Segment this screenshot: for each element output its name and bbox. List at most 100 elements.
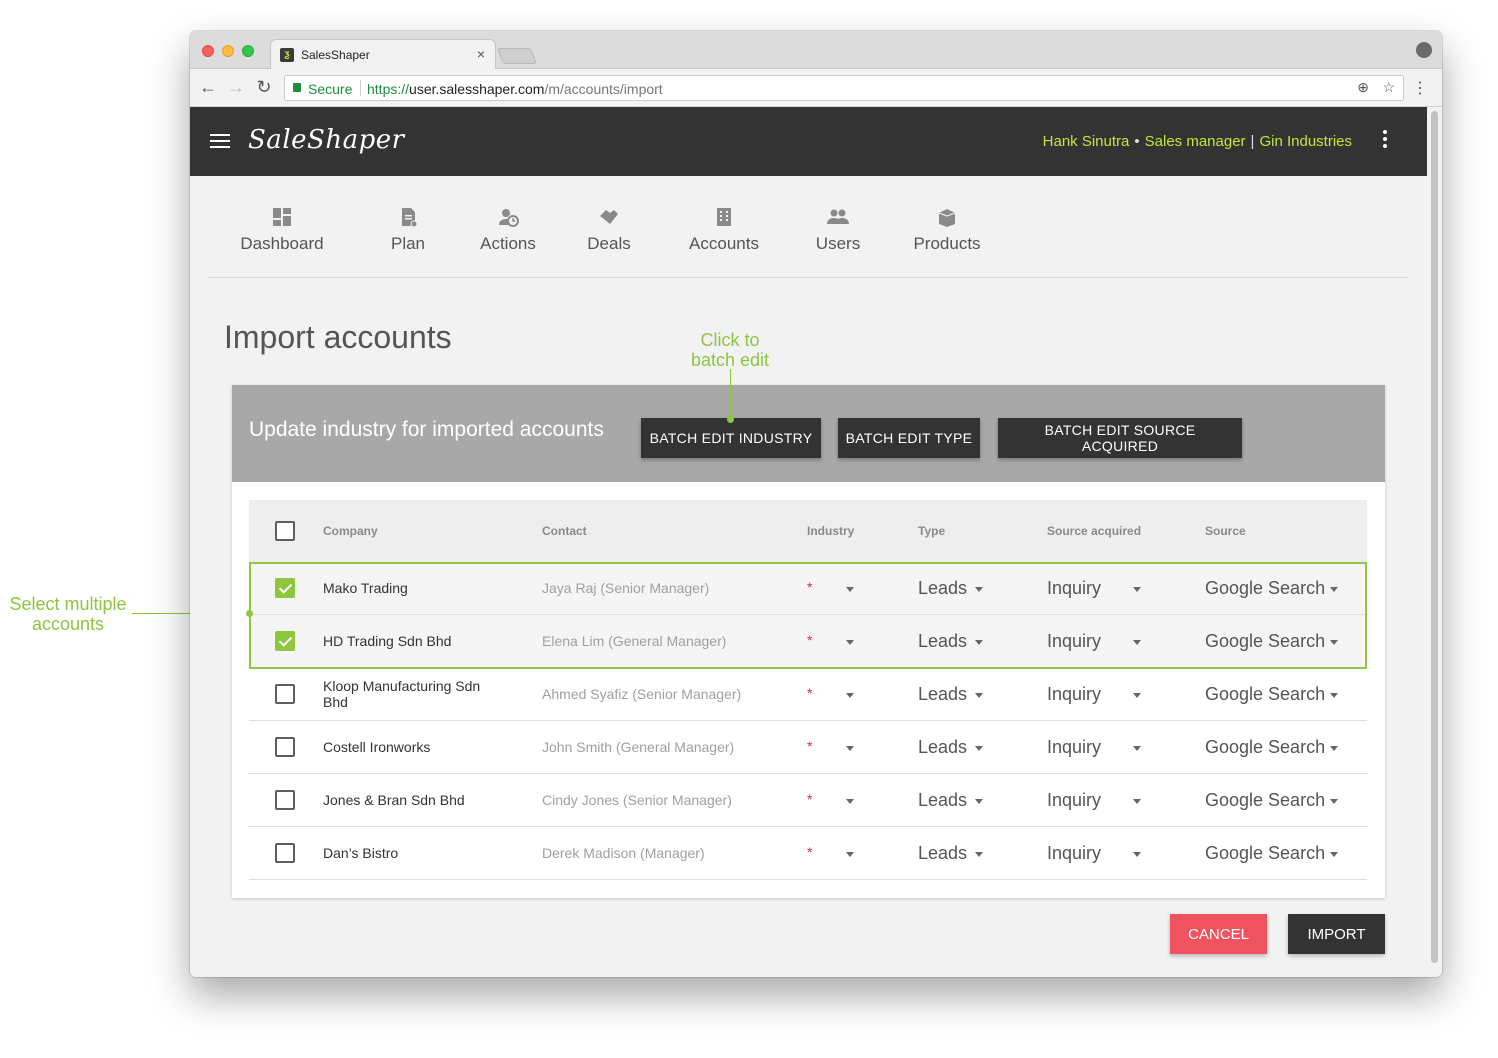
logo[interactable]: SaleShaper <box>248 125 405 155</box>
industry-dropdown-caret-icon[interactable] <box>846 640 854 645</box>
source-acquired-dropdown[interactable]: Inquiry <box>1047 684 1101 705</box>
source-dropdown[interactable]: Google Search <box>1205 684 1325 705</box>
industry-dropdown-caret-icon[interactable] <box>846 799 854 804</box>
hamburger-icon[interactable] <box>210 134 230 148</box>
close-window-button[interactable] <box>202 45 214 57</box>
type-dropdown-caret-icon[interactable] <box>975 799 983 804</box>
source-dropdown[interactable]: Google Search <box>1205 578 1325 599</box>
table-row[interactable]: Mako Trading Jaya Raj (Senior Manager) * Le… <box>249 562 1367 615</box>
new-tab-button[interactable] <box>497 48 537 64</box>
column-header-contact[interactable]: Contact <box>542 524 587 538</box>
column-header-industry[interactable]: Industry <box>807 524 854 538</box>
source-dropdown[interactable]: Google Search <box>1205 843 1325 864</box>
tab-close-icon[interactable]: × <box>477 46 485 62</box>
source-dropdown[interactable]: Google Search <box>1205 631 1325 652</box>
type-dropdown-caret-icon[interactable] <box>975 587 983 592</box>
import-button[interactable]: IMPORT <box>1288 914 1385 954</box>
column-header-company[interactable]: Company <box>323 524 378 538</box>
zoom-icon[interactable]: ⊕ <box>1357 79 1369 96</box>
source-caret-icon[interactable] <box>1330 587 1338 592</box>
annotation-text: accounts <box>31 614 105 634</box>
industry-dropdown-caret-icon[interactable] <box>846 852 854 857</box>
column-header-source[interactable]: Source <box>1205 524 1246 538</box>
type-dropdown-caret-icon[interactable] <box>975 693 983 698</box>
annotation-text: batch edit <box>690 350 770 370</box>
type-dropdown[interactable]: Leads <box>918 684 967 705</box>
minimize-window-button[interactable] <box>222 45 234 57</box>
nav-item-plan[interactable]: Plan <box>378 206 438 254</box>
type-dropdown-caret-icon[interactable] <box>975 746 983 751</box>
row-checkbox[interactable] <box>275 737 295 757</box>
address-bar[interactable]: Secure https://user.salesshaper.com/m/ac… <box>284 75 1404 101</box>
source-caret-icon[interactable] <box>1330 852 1338 857</box>
source-acquired-dropdown[interactable]: Inquiry <box>1047 790 1101 811</box>
industry-dropdown-caret-icon[interactable] <box>846 746 854 751</box>
annotation-text: Select multiple <box>9 594 127 614</box>
source-acquired-dropdown[interactable]: Inquiry <box>1047 578 1101 599</box>
star-icon[interactable]: ☆ <box>1382 79 1395 96</box>
batch-edit-source-acquired-button[interactable]: BATCH EDIT SOURCE ACQUIRED <box>998 418 1242 458</box>
nav-item-users[interactable]: Users <box>802 206 874 254</box>
type-dropdown[interactable]: Leads <box>918 737 967 758</box>
batch-edit-type-button[interactable]: BATCH EDIT TYPE <box>838 418 980 458</box>
forward-icon[interactable]: → <box>226 77 246 98</box>
profile-icon[interactable] <box>1416 42 1432 58</box>
type-dropdown[interactable]: Leads <box>918 790 967 811</box>
nav-item-dashboard[interactable]: Dashboard <box>237 206 327 254</box>
table-row[interactable]: Kloop Manufacturing Sdn Bhd Ahmed Syafiz … <box>249 668 1367 721</box>
source-acquired-caret-icon[interactable] <box>1133 799 1141 804</box>
source-caret-icon[interactable] <box>1330 746 1338 751</box>
select-all-checkbox[interactable] <box>275 521 295 541</box>
url-path: /m/accounts/import <box>544 81 663 97</box>
scrollbar[interactable] <box>1431 111 1438 963</box>
user-info[interactable]: Hank Sinutra • Sales manager | Gin Industrie… <box>1043 133 1352 150</box>
dashboard-icon <box>273 208 291 226</box>
source-acquired-caret-icon[interactable] <box>1133 640 1141 645</box>
source-acquired-dropdown[interactable]: Inquiry <box>1047 843 1101 864</box>
table-row[interactable]: HD Trading Sdn Bhd Elena Lim (General Man… <box>249 615 1367 668</box>
industry-dropdown-caret-icon[interactable] <box>846 693 854 698</box>
nav-item-actions[interactable]: Actions <box>473 206 543 254</box>
table-row[interactable]: Dan’s Bistro Derek Madison (Manager) * Lead… <box>249 827 1367 880</box>
reload-icon[interactable]: ↻ <box>254 77 274 98</box>
column-header-type[interactable]: Type <box>918 524 945 538</box>
browser-tab[interactable]: ƺ SalesShaper × <box>270 39 496 70</box>
user-company: Gin Industries <box>1259 133 1352 150</box>
row-checkbox[interactable] <box>275 684 295 704</box>
row-checkbox[interactable] <box>275 631 295 651</box>
industry-dropdown-caret-icon[interactable] <box>846 587 854 592</box>
source-dropdown[interactable]: Google Search <box>1205 790 1325 811</box>
source-acquired-dropdown[interactable]: Inquiry <box>1047 737 1101 758</box>
type-dropdown[interactable]: Leads <box>918 578 967 599</box>
table-row[interactable]: Costell Ironworks John Smith (General Man… <box>249 721 1367 774</box>
source-acquired-caret-icon[interactable] <box>1133 746 1141 751</box>
row-checkbox[interactable] <box>275 843 295 863</box>
nav-item-products[interactable]: Products <box>902 206 992 254</box>
nav-item-accounts[interactable]: Accounts <box>674 206 774 254</box>
deals-icon <box>600 210 618 224</box>
source-acquired-caret-icon[interactable] <box>1133 693 1141 698</box>
row-checkbox[interactable] <box>275 578 295 598</box>
back-icon[interactable]: ← <box>198 77 218 98</box>
cancel-button[interactable]: CANCEL <box>1170 914 1267 954</box>
maximize-window-button[interactable] <box>242 45 254 57</box>
type-dropdown-caret-icon[interactable] <box>975 852 983 857</box>
column-header-source-acquired[interactable]: Source acquired <box>1047 524 1141 538</box>
source-acquired-caret-icon[interactable] <box>1133 852 1141 857</box>
more-options-icon[interactable] <box>1383 130 1387 151</box>
source-caret-icon[interactable] <box>1330 640 1338 645</box>
browser-menu-icon[interactable]: ⋮ <box>1412 78 1428 98</box>
source-dropdown[interactable]: Google Search <box>1205 737 1325 758</box>
row-checkbox[interactable] <box>275 790 295 810</box>
type-dropdown-caret-icon[interactable] <box>975 640 983 645</box>
nav-label: Products <box>913 234 981 253</box>
batch-edit-industry-button[interactable]: BATCH EDIT INDUSTRY <box>641 418 821 458</box>
table-row[interactable]: Jones & Bran Sdn Bhd Cindy Jones (Senior … <box>249 774 1367 827</box>
source-acquired-caret-icon[interactable] <box>1133 587 1141 592</box>
source-caret-icon[interactable] <box>1330 799 1338 804</box>
nav-item-deals[interactable]: Deals <box>579 206 639 254</box>
source-acquired-dropdown[interactable]: Inquiry <box>1047 631 1101 652</box>
type-dropdown[interactable]: Leads <box>918 631 967 652</box>
type-dropdown[interactable]: Leads <box>918 843 967 864</box>
source-caret-icon[interactable] <box>1330 693 1338 698</box>
